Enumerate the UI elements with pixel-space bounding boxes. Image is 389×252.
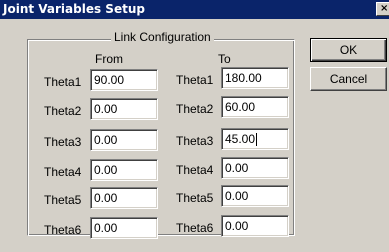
to-theta2-input[interactable]: 60.00 <box>221 96 289 118</box>
to-column-header: To <box>218 52 231 66</box>
from-theta3-input[interactable]: 0.00 <box>90 129 158 151</box>
from-theta1-input[interactable]: 90.00 <box>90 69 158 91</box>
from-theta3-label: Theta3 <box>44 135 82 149</box>
ok-button[interactable]: OK <box>310 38 387 62</box>
from-theta6-input[interactable]: 0.00 <box>90 217 158 239</box>
from-theta5-label: Theta5 <box>44 193 82 207</box>
to-theta6-label: Theta6 <box>176 221 214 235</box>
to-theta4-input[interactable]: 0.00 <box>221 157 289 179</box>
from-theta4-input[interactable]: 0.00 <box>90 159 158 181</box>
to-theta6-input[interactable]: 0.00 <box>221 215 289 237</box>
to-theta3-input[interactable]: 45.00 <box>221 128 289 150</box>
to-theta5-input[interactable]: 0.00 <box>221 185 289 207</box>
from-theta5-input[interactable]: 0.00 <box>90 187 158 209</box>
title-bar[interactable]: Joint Variables Setup × <box>0 0 389 19</box>
window-title: Joint Variables Setup <box>3 2 145 16</box>
group-legend: Link Configuration <box>111 30 214 44</box>
to-theta5-label: Theta5 <box>176 191 214 205</box>
close-icon: × <box>380 3 389 14</box>
to-theta3-label: Theta3 <box>176 134 214 148</box>
to-theta4-label: Theta4 <box>176 163 214 177</box>
from-column-header: From <box>95 52 123 66</box>
cancel-button[interactable]: Cancel <box>310 67 387 91</box>
to-theta1-input[interactable]: 180.00 <box>221 67 289 89</box>
from-theta2-label: Theta2 <box>44 104 82 118</box>
from-theta4-label: Theta4 <box>44 165 82 179</box>
close-button[interactable]: × <box>376 2 389 16</box>
from-theta6-label: Theta6 <box>44 223 82 237</box>
text-cursor <box>256 133 258 147</box>
to-theta1-label: Theta1 <box>176 73 214 87</box>
to-theta2-label: Theta2 <box>176 102 214 116</box>
from-theta2-input[interactable]: 0.00 <box>90 98 158 120</box>
dialog-window: Joint Variables Setup × Link Configurati… <box>0 0 389 252</box>
to-theta3-value: 45.00 <box>225 132 256 146</box>
from-theta1-label: Theta1 <box>44 75 82 89</box>
